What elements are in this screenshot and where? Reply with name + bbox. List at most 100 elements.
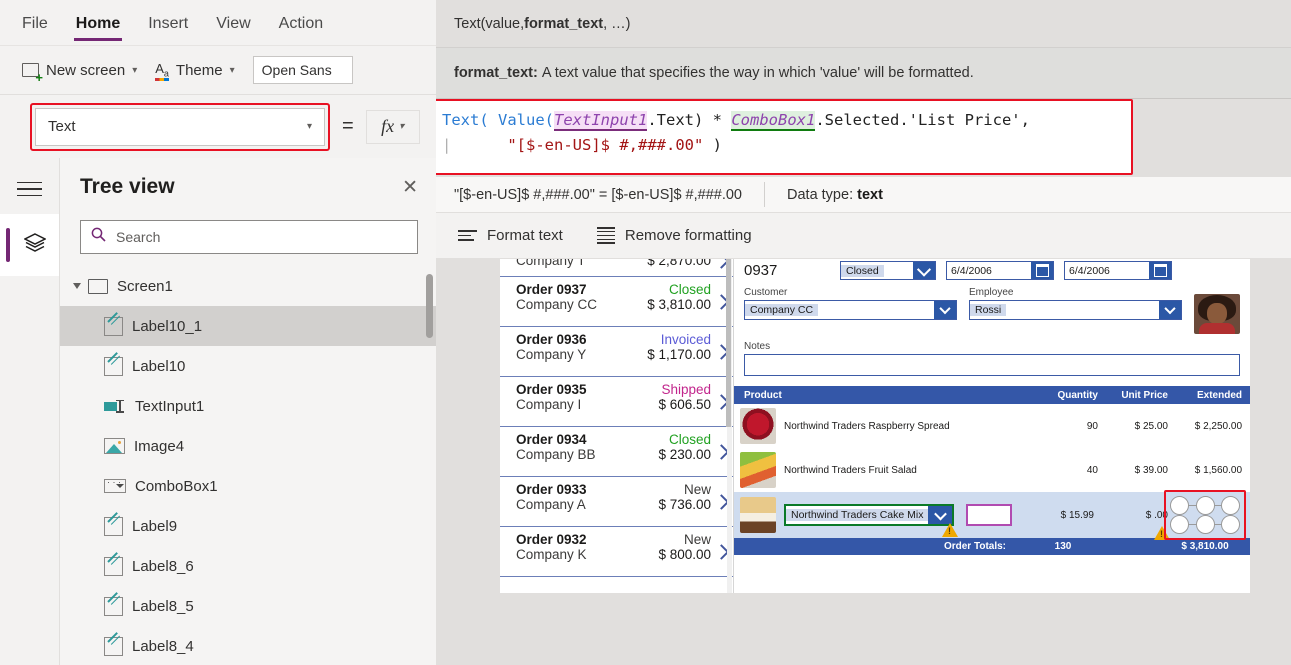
tree-item-label8-6[interactable]: Label8_6 <box>60 546 436 586</box>
app-screen-preview[interactable]: Company T $ 2,870.00 Order 0937 Closed C… <box>500 259 1250 593</box>
table-row[interactable]: Northwind Traders Raspberry Spread 90 $ … <box>734 404 1250 448</box>
tree-item-label8-5[interactable]: Label8_5 <box>60 586 436 626</box>
tree-view-scrollbar[interactable] <box>426 266 433 665</box>
calendar-icon[interactable] <box>1031 262 1053 279</box>
app-canvas-area: Company T $ 2,870.00 Order 0937 Closed C… <box>436 259 1291 665</box>
table-row-editing[interactable]: Northwind Traders Cake Mix $ 15.99 <box>734 490 1250 540</box>
customer-value: Company CC <box>745 304 819 316</box>
tree-item-label8-4[interactable]: Label8_4 <box>60 626 436 665</box>
tree-item-label9[interactable]: Label9 <box>60 506 436 546</box>
menu-item-home[interactable]: Home <box>73 5 123 41</box>
textinput-icon <box>104 399 126 413</box>
menu-item-action[interactable]: Action <box>277 5 325 41</box>
order-detail-header: 0937 Closed 6/4/2006 6/4/2006 Customer C… <box>734 259 1250 376</box>
product-thumbnail <box>740 408 776 444</box>
tree-item-textinput1[interactable]: TextInput1 <box>60 386 436 426</box>
remove-formatting-button[interactable]: Remove formatting <box>596 225 752 247</box>
label-icon <box>104 636 123 656</box>
gallery-scrollbar[interactable] <box>726 259 732 593</box>
tree-item-label: Label8_4 <box>132 637 194 655</box>
product-name: Northwind Traders Fruit Salad <box>784 464 917 476</box>
order-date-value: 6/4/2006 <box>1069 264 1110 277</box>
chevron-down-icon[interactable] <box>928 506 952 524</box>
resize-handle-bottom-right[interactable] <box>1221 515 1240 534</box>
scrollbar-thumb[interactable] <box>726 259 731 427</box>
resize-handle-top-center[interactable] <box>1196 496 1215 515</box>
resize-handle-top-left[interactable] <box>1170 496 1189 515</box>
formula-token-combobox1[interactable]: ComboBox1 <box>731 111 816 131</box>
selection-handles[interactable] <box>1170 496 1240 534</box>
tree-view-list[interactable]: Screen1 Label10_1 Label10 TextInput1 Ima… <box>60 266 436 665</box>
tree-item-label: Label10_1 <box>132 317 203 335</box>
close-icon[interactable]: ✕ <box>402 178 418 197</box>
gallery-item[interactable]: Company T $ 2,870.00 <box>500 259 733 277</box>
gallery-item[interactable]: Order 0936 Invoiced Company Y $ 1,170.00 <box>500 327 733 377</box>
signature-prefix: Text(value, <box>454 15 525 32</box>
gallery-item[interactable]: Order 0935 Shipped Company I $ 606.50 <box>500 377 733 427</box>
hamburger-menu-button[interactable] <box>0 164 59 214</box>
formula-input[interactable]: Text( Value(TextInput1.Text) * ComboBox1… <box>436 101 1131 173</box>
tree-item-label10[interactable]: Label10 <box>60 346 436 386</box>
chevron-down-icon[interactable] <box>934 301 956 319</box>
label-icon <box>104 356 123 376</box>
tree-item-screen1[interactable]: Screen1 <box>60 266 436 306</box>
gallery-item-amount: $ 736.00 <box>658 497 711 512</box>
property-dropdown[interactable]: Text ▾ <box>35 107 325 146</box>
table-row[interactable]: Northwind Traders Fruit Salad 40 $ 39.00… <box>734 448 1250 492</box>
menu-item-view[interactable]: View <box>214 5 252 41</box>
customer-dropdown[interactable]: Company CC <box>744 300 957 320</box>
menu-item-insert[interactable]: Insert <box>146 5 190 41</box>
gallery-item[interactable]: Order 0934 Closed Company BB $ 230.00 <box>500 427 733 477</box>
quantity-input[interactable] <box>966 504 1012 526</box>
new-screen-button[interactable]: New screen ▾ <box>22 62 138 84</box>
calendar-icon[interactable] <box>1149 262 1171 279</box>
orders-gallery[interactable]: Company T $ 2,870.00 Order 0937 Closed C… <box>500 259 734 593</box>
gallery-item-status: New <box>683 482 711 497</box>
warning-icon <box>942 523 958 537</box>
order-status-dropdown[interactable]: Closed <box>840 261 936 280</box>
chevron-expanded-icon[interactable] <box>73 283 81 289</box>
search-input[interactable]: Search <box>80 220 418 254</box>
order-date-field-2[interactable]: 6/4/2006 <box>1064 261 1172 280</box>
formula-token-textinput1[interactable]: TextInput1 <box>554 111 648 131</box>
order-detail-form[interactable]: 0937 Closed 6/4/2006 6/4/2006 Customer C… <box>734 259 1250 593</box>
scrollbar-thumb[interactable] <box>426 274 433 338</box>
font-name-input[interactable]: Open Sans <box>252 56 353 84</box>
chevron-down-icon[interactable] <box>913 262 935 279</box>
gallery-item[interactable]: Order 0932 New Company K $ 800.00 <box>500 527 733 577</box>
rail-item-tree-view[interactable] <box>0 214 59 276</box>
theme-button[interactable]: Aa Theme ▾ <box>155 62 235 81</box>
product-thumbnail <box>740 497 776 533</box>
tree-view-panel: Tree view ✕ Search Screen1 Label10_1 Lab… <box>59 158 436 665</box>
gallery-item-order: Order 0936 <box>516 332 587 347</box>
tree-item-label: Screen1 <box>117 277 173 295</box>
menu-item-file[interactable]: File <box>20 5 50 41</box>
resize-handle-bottom-left[interactable] <box>1170 515 1189 534</box>
gallery-item-amount: $ 606.50 <box>658 397 711 412</box>
notes-input[interactable] <box>744 354 1240 376</box>
customer-field-group: Customer Company CC <box>744 280 957 320</box>
gallery-item-amount: $ 230.00 <box>658 447 711 462</box>
formula-indent <box>451 136 507 154</box>
gallery-item-order: Order 0933 <box>516 482 587 497</box>
order-date-field-1[interactable]: 6/4/2006 <box>946 261 1054 280</box>
resize-handle-top-right[interactable] <box>1221 496 1240 515</box>
tree-item-image4[interactable]: Image4 <box>60 426 436 466</box>
chevron-down-icon: ▾ <box>132 64 138 76</box>
employee-dropdown[interactable]: Rossi <box>969 300 1182 320</box>
tree-item-label10-1[interactable]: Label10_1 <box>60 306 436 346</box>
chevron-down-icon: ▾ <box>399 121 405 132</box>
resize-handle-bottom-center[interactable] <box>1196 515 1215 534</box>
gallery-item-order: Order 0932 <box>516 532 587 547</box>
gallery-item-order: Order 0937 <box>516 282 587 297</box>
label-icon <box>104 316 123 336</box>
gallery-item[interactable]: Order 0937 Closed Company CC $ 3,810.00 <box>500 277 733 327</box>
format-text-button[interactable]: Format text <box>458 227 563 244</box>
product-combobox[interactable]: Northwind Traders Cake Mix <box>784 504 954 526</box>
chevron-down-icon[interactable] <box>1159 301 1181 319</box>
tree-view-header: Tree view ✕ <box>60 158 436 216</box>
image-icon <box>104 438 125 454</box>
gallery-item[interactable]: Order 0933 New Company A $ 736.00 <box>500 477 733 527</box>
fx-button[interactable]: fx ▾ <box>365 109 420 144</box>
tree-item-combobox1[interactable]: ComboBox1 <box>60 466 436 506</box>
